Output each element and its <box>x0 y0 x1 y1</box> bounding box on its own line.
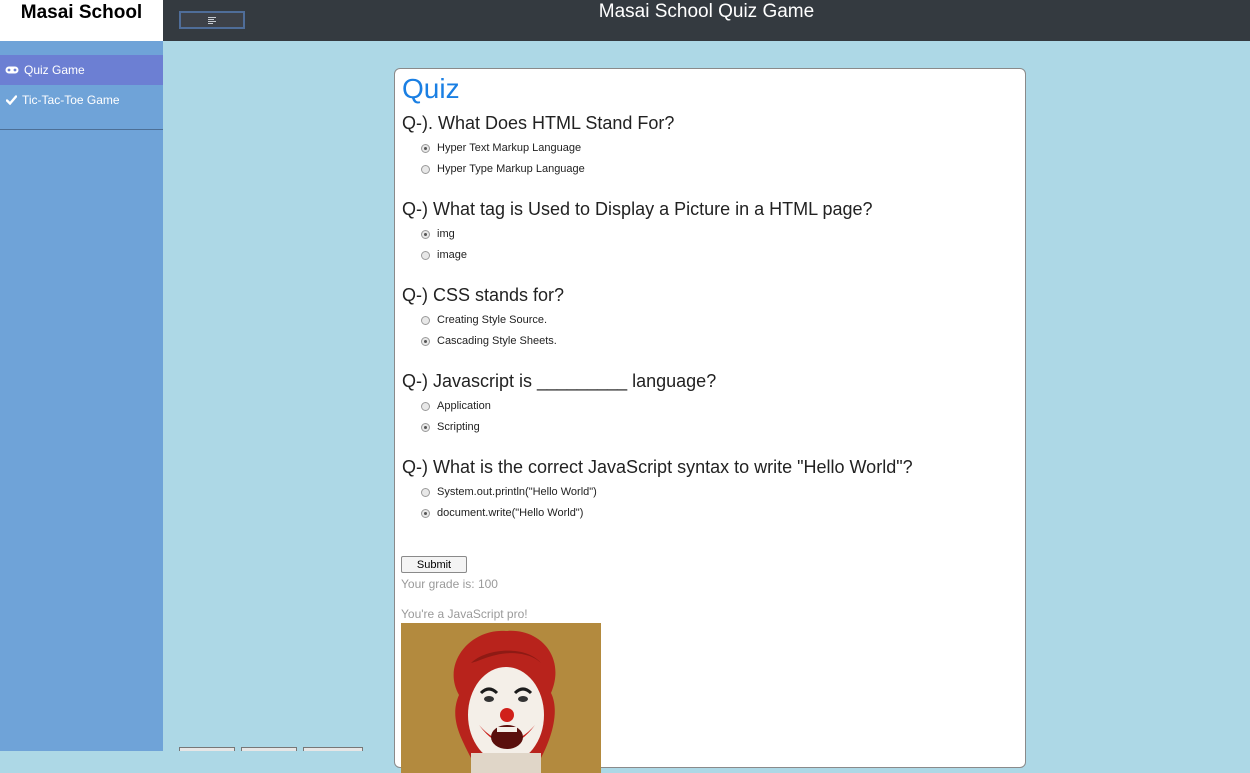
answer-option[interactable]: document.write("Hello World") <box>421 507 583 519</box>
quiz-title: Quiz <box>402 73 460 104</box>
radio-button[interactable] <box>421 336 430 346</box>
question-4: Q-) Javascript is _________ language? <box>402 371 717 391</box>
answer-option[interactable]: img <box>421 228 455 240</box>
radio-button[interactable] <box>421 422 430 432</box>
option-label: Hyper Text Markup Language <box>437 142 582 154</box>
option-label: img <box>437 228 455 240</box>
radio-button[interactable] <box>421 315 430 325</box>
answer-option[interactable]: Application <box>421 400 491 412</box>
sidebar-divider <box>0 129 163 130</box>
radio-button[interactable] <box>421 143 430 153</box>
sidebar-item-label: Quiz Game <box>24 63 85 77</box>
sidebar-item-quiz-game[interactable]: Quiz Game <box>0 55 163 85</box>
option-label: Scripting <box>437 421 480 433</box>
option-label: document.write("Hello World") <box>437 507 584 519</box>
scroll-tab[interactable] <box>179 747 235 751</box>
radio-button[interactable] <box>421 508 430 518</box>
gamepad-icon <box>0 66 24 74</box>
bottom-scrollbar[interactable] <box>0 747 1250 751</box>
question-3: Q-) CSS stands for? <box>402 285 565 305</box>
app-title: Masai School Quiz Game <box>598 1 815 22</box>
result-text: You're a JavaScript pro! <box>401 607 528 621</box>
option-label: image <box>437 249 467 261</box>
answer-option[interactable]: System.out.println("Hello World") <box>421 486 597 498</box>
question-2: Q-) What tag is Used to Display a Pictur… <box>402 199 873 219</box>
answer-option[interactable]: Creating Style Source. <box>421 314 547 326</box>
radio-button[interactable] <box>421 229 430 239</box>
sidebar-item-tic-tac-toe[interactable]: Tic-Tac-Toe Game <box>0 85 163 115</box>
option-label: Application <box>437 400 491 412</box>
answer-option[interactable]: Hyper Text Markup Language <box>421 142 581 154</box>
scroll-tab[interactable] <box>303 747 363 751</box>
answer-option[interactable]: image <box>421 249 467 261</box>
brand-name: Masai School <box>20 2 143 23</box>
question-1: Q-). What Does HTML Stand For? <box>402 113 675 133</box>
answer-option[interactable]: Cascading Style Sheets. <box>421 335 557 347</box>
option-label: Cascading Style Sheets. <box>437 335 557 347</box>
radio-button[interactable] <box>421 487 430 497</box>
radio-button[interactable] <box>421 250 430 260</box>
sidebar-item-label: Tic-Tac-Toe Game <box>22 93 120 107</box>
brand-logo[interactable]: Masai School <box>0 0 163 41</box>
option-label: Hyper Type Markup Language <box>437 163 585 175</box>
check-icon <box>0 95 22 105</box>
option-label: System.out.println("Hello World") <box>437 486 597 498</box>
top-bar: Masai School Quiz Game <box>163 0 1250 41</box>
option-label: Creating Style Source. <box>437 314 548 326</box>
answer-option[interactable]: Scripting <box>421 421 480 433</box>
quiz-card: Quiz Q-). What Does HTML Stand For? Hype… <box>394 68 1026 773</box>
radio-button[interactable] <box>421 401 430 411</box>
grade-text: Your grade is: 100 <box>401 577 498 591</box>
question-5: Q-) What is the correct JavaScript synta… <box>402 457 913 477</box>
answer-option[interactable]: Hyper Type Markup Language <box>421 163 585 175</box>
scroll-tab[interactable] <box>241 747 297 751</box>
submit-button[interactable]: Submit <box>401 556 467 573</box>
sidebar: Quiz Game Tic-Tac-Toe Game <box>0 41 163 751</box>
radio-button[interactable] <box>421 164 430 174</box>
